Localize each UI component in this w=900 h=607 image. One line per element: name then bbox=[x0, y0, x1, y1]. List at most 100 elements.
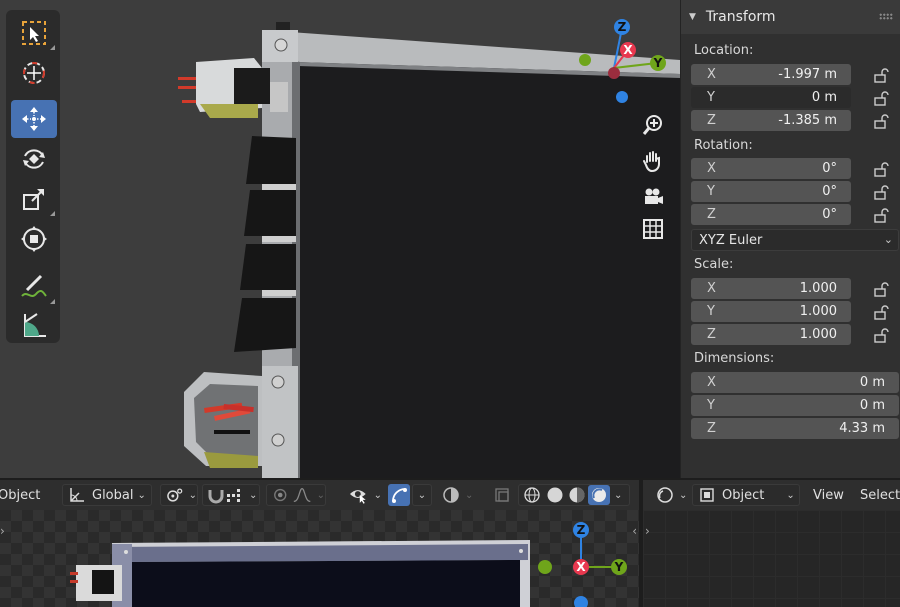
chevron-down-icon: ⌄ bbox=[316, 489, 325, 501]
lock-icon[interactable] bbox=[873, 161, 889, 177]
annotate-tool[interactable] bbox=[11, 268, 57, 306]
gizmo-dropdown[interactable]: ⌄ bbox=[412, 484, 432, 506]
axis-label: Z bbox=[707, 421, 716, 436]
rotate-tool[interactable] bbox=[11, 140, 57, 178]
location-x-field[interactable]: X -1.997 m bbox=[691, 64, 851, 85]
lock-icon[interactable] bbox=[873, 184, 889, 200]
navigation-gizmo[interactable]: Z X Y bbox=[570, 14, 680, 106]
preview-gizmo-neg-y[interactable] bbox=[538, 560, 552, 574]
right-mode-select[interactable]: Object ⌄ bbox=[692, 484, 800, 506]
lock-icon[interactable] bbox=[873, 207, 889, 223]
field-value: -1.385 m bbox=[778, 113, 837, 128]
gizmo-neg-x[interactable] bbox=[608, 67, 620, 79]
pan-hand-icon bbox=[643, 151, 660, 172]
snap-settings[interactable]: ⌄ bbox=[202, 484, 260, 506]
annotate-icon bbox=[21, 274, 47, 297]
field-value: 1.000 bbox=[799, 281, 837, 296]
rendered-shading-button[interactable] bbox=[588, 485, 610, 505]
solid-shading-icon[interactable] bbox=[544, 486, 566, 504]
field-value: 0° bbox=[822, 207, 837, 222]
overlays-icon bbox=[443, 487, 459, 503]
preview-gizmo-y-label: Y bbox=[614, 560, 624, 574]
select-menu[interactable]: Select bbox=[860, 484, 900, 506]
lock-icon[interactable] bbox=[873, 67, 889, 83]
ortho-toggle-button[interactable] bbox=[638, 214, 668, 244]
location-z-field[interactable]: Z -1.385 m bbox=[691, 110, 851, 131]
camera-view-button[interactable] bbox=[638, 182, 668, 212]
scale-tool[interactable] bbox=[11, 180, 57, 218]
axis-label: Y bbox=[707, 90, 715, 105]
lock-icon[interactable] bbox=[873, 281, 889, 297]
dimensions-y-field[interactable]: Y 0 m bbox=[691, 395, 899, 416]
scale-y-field[interactable]: Y 1.000 bbox=[691, 301, 851, 322]
view-menu[interactable]: View bbox=[813, 484, 844, 506]
transform-orientation-icon bbox=[70, 488, 84, 502]
chevron-down-icon: ⌄ bbox=[614, 489, 623, 501]
xray-icon bbox=[495, 488, 509, 502]
rotation-mode-select[interactable]: XYZ Euler ⌄ bbox=[691, 229, 899, 251]
rotation-z-field[interactable]: Z 0° bbox=[691, 204, 851, 225]
wireframe-shading-icon[interactable] bbox=[522, 486, 544, 504]
proportional-edit-icon bbox=[274, 488, 287, 502]
scale-x-field[interactable]: X 1.000 bbox=[691, 278, 851, 299]
measure-tool[interactable] bbox=[11, 306, 57, 344]
chevron-down-icon: ⌄ bbox=[373, 489, 382, 501]
grid-icon bbox=[643, 219, 663, 239]
right-editor-type[interactable]: ⌄ bbox=[652, 484, 690, 506]
lock-icon[interactable] bbox=[873, 113, 889, 129]
shading-modes[interactable]: ⌄ bbox=[518, 484, 630, 506]
preview-gizmo[interactable]: Z X Y bbox=[530, 510, 639, 607]
select-menu-label: Select bbox=[860, 487, 900, 503]
gizmo-toggle[interactable] bbox=[388, 484, 410, 506]
preview-gizmo-neg-z[interactable] bbox=[574, 596, 588, 607]
preview-viewport[interactable]: Z X Y › ‹ bbox=[0, 510, 639, 607]
chevron-down-icon: ⌄ bbox=[249, 489, 258, 501]
xray-toggle[interactable] bbox=[492, 484, 512, 506]
move-tool[interactable] bbox=[11, 100, 57, 138]
rotation-y-field[interactable]: Y 0° bbox=[691, 181, 851, 202]
location-y-field[interactable]: Y 0 m bbox=[691, 87, 851, 108]
material-shading-icon[interactable] bbox=[566, 486, 588, 504]
panel-collapse-arrow-icon[interactable]: ‹ bbox=[632, 524, 637, 538]
panel-expand-arrow-icon[interactable]: › bbox=[645, 524, 650, 538]
chevron-down-icon: ⌄ bbox=[786, 489, 795, 501]
axis-label: Y bbox=[707, 304, 715, 319]
lock-icon[interactable] bbox=[873, 327, 889, 343]
dimensions-z-field[interactable]: Z 4.33 m bbox=[691, 418, 899, 439]
visibility-select[interactable]: ⌄ bbox=[344, 484, 382, 506]
transform-tool[interactable] bbox=[11, 220, 57, 258]
collapse-arrow-icon[interactable]: ▼ bbox=[689, 12, 696, 22]
dimensions-label: Dimensions: bbox=[694, 351, 775, 366]
move-icon bbox=[22, 107, 46, 131]
view-menu-label: View bbox=[813, 487, 844, 503]
orientation-select[interactable]: Global ⌄ bbox=[62, 484, 152, 506]
lock-icon[interactable] bbox=[873, 304, 889, 320]
sidebar-panel: ▼ Transform Location: X -1.997 m Y 0 m Z -1… bbox=[680, 0, 900, 478]
pivot-point-select[interactable]: ⌄ bbox=[160, 484, 198, 506]
rotation-x-field[interactable]: X 0° bbox=[691, 158, 851, 179]
mode-menu[interactable]: Object bbox=[0, 484, 40, 506]
overlays-select[interactable]: ⌄ bbox=[438, 484, 484, 506]
panel-expand-arrow-icon[interactable]: › bbox=[0, 524, 5, 538]
proportional-editing[interactable]: ⌄ bbox=[266, 484, 326, 506]
gizmo-neg-z[interactable] bbox=[616, 91, 628, 103]
secondary-editor[interactable]: › bbox=[643, 510, 900, 607]
field-value: 0° bbox=[822, 184, 837, 199]
gizmo-x-label: X bbox=[623, 43, 633, 57]
transform-panel-header[interactable]: ▼ Transform bbox=[681, 0, 900, 34]
rotate-icon bbox=[23, 149, 45, 169]
zoom-button[interactable] bbox=[638, 110, 668, 140]
gizmo-neg-y[interactable] bbox=[579, 54, 591, 66]
pan-button[interactable] bbox=[638, 146, 668, 176]
dimensions-x-field[interactable]: X 0 m bbox=[691, 372, 899, 393]
scale-z-field[interactable]: Z 1.000 bbox=[691, 324, 851, 345]
field-value: 4.33 m bbox=[839, 421, 885, 436]
3d-viewport[interactable]: Z X Y bbox=[0, 0, 680, 478]
drag-grip-icon[interactable] bbox=[879, 13, 893, 20]
snap-magnet-icon bbox=[208, 490, 224, 504]
cursor-tool[interactable] bbox=[11, 54, 57, 92]
lock-icon[interactable] bbox=[873, 90, 889, 106]
axis-label: X bbox=[707, 67, 716, 82]
select-box-tool[interactable] bbox=[11, 14, 57, 52]
area-separator[interactable] bbox=[639, 480, 643, 510]
